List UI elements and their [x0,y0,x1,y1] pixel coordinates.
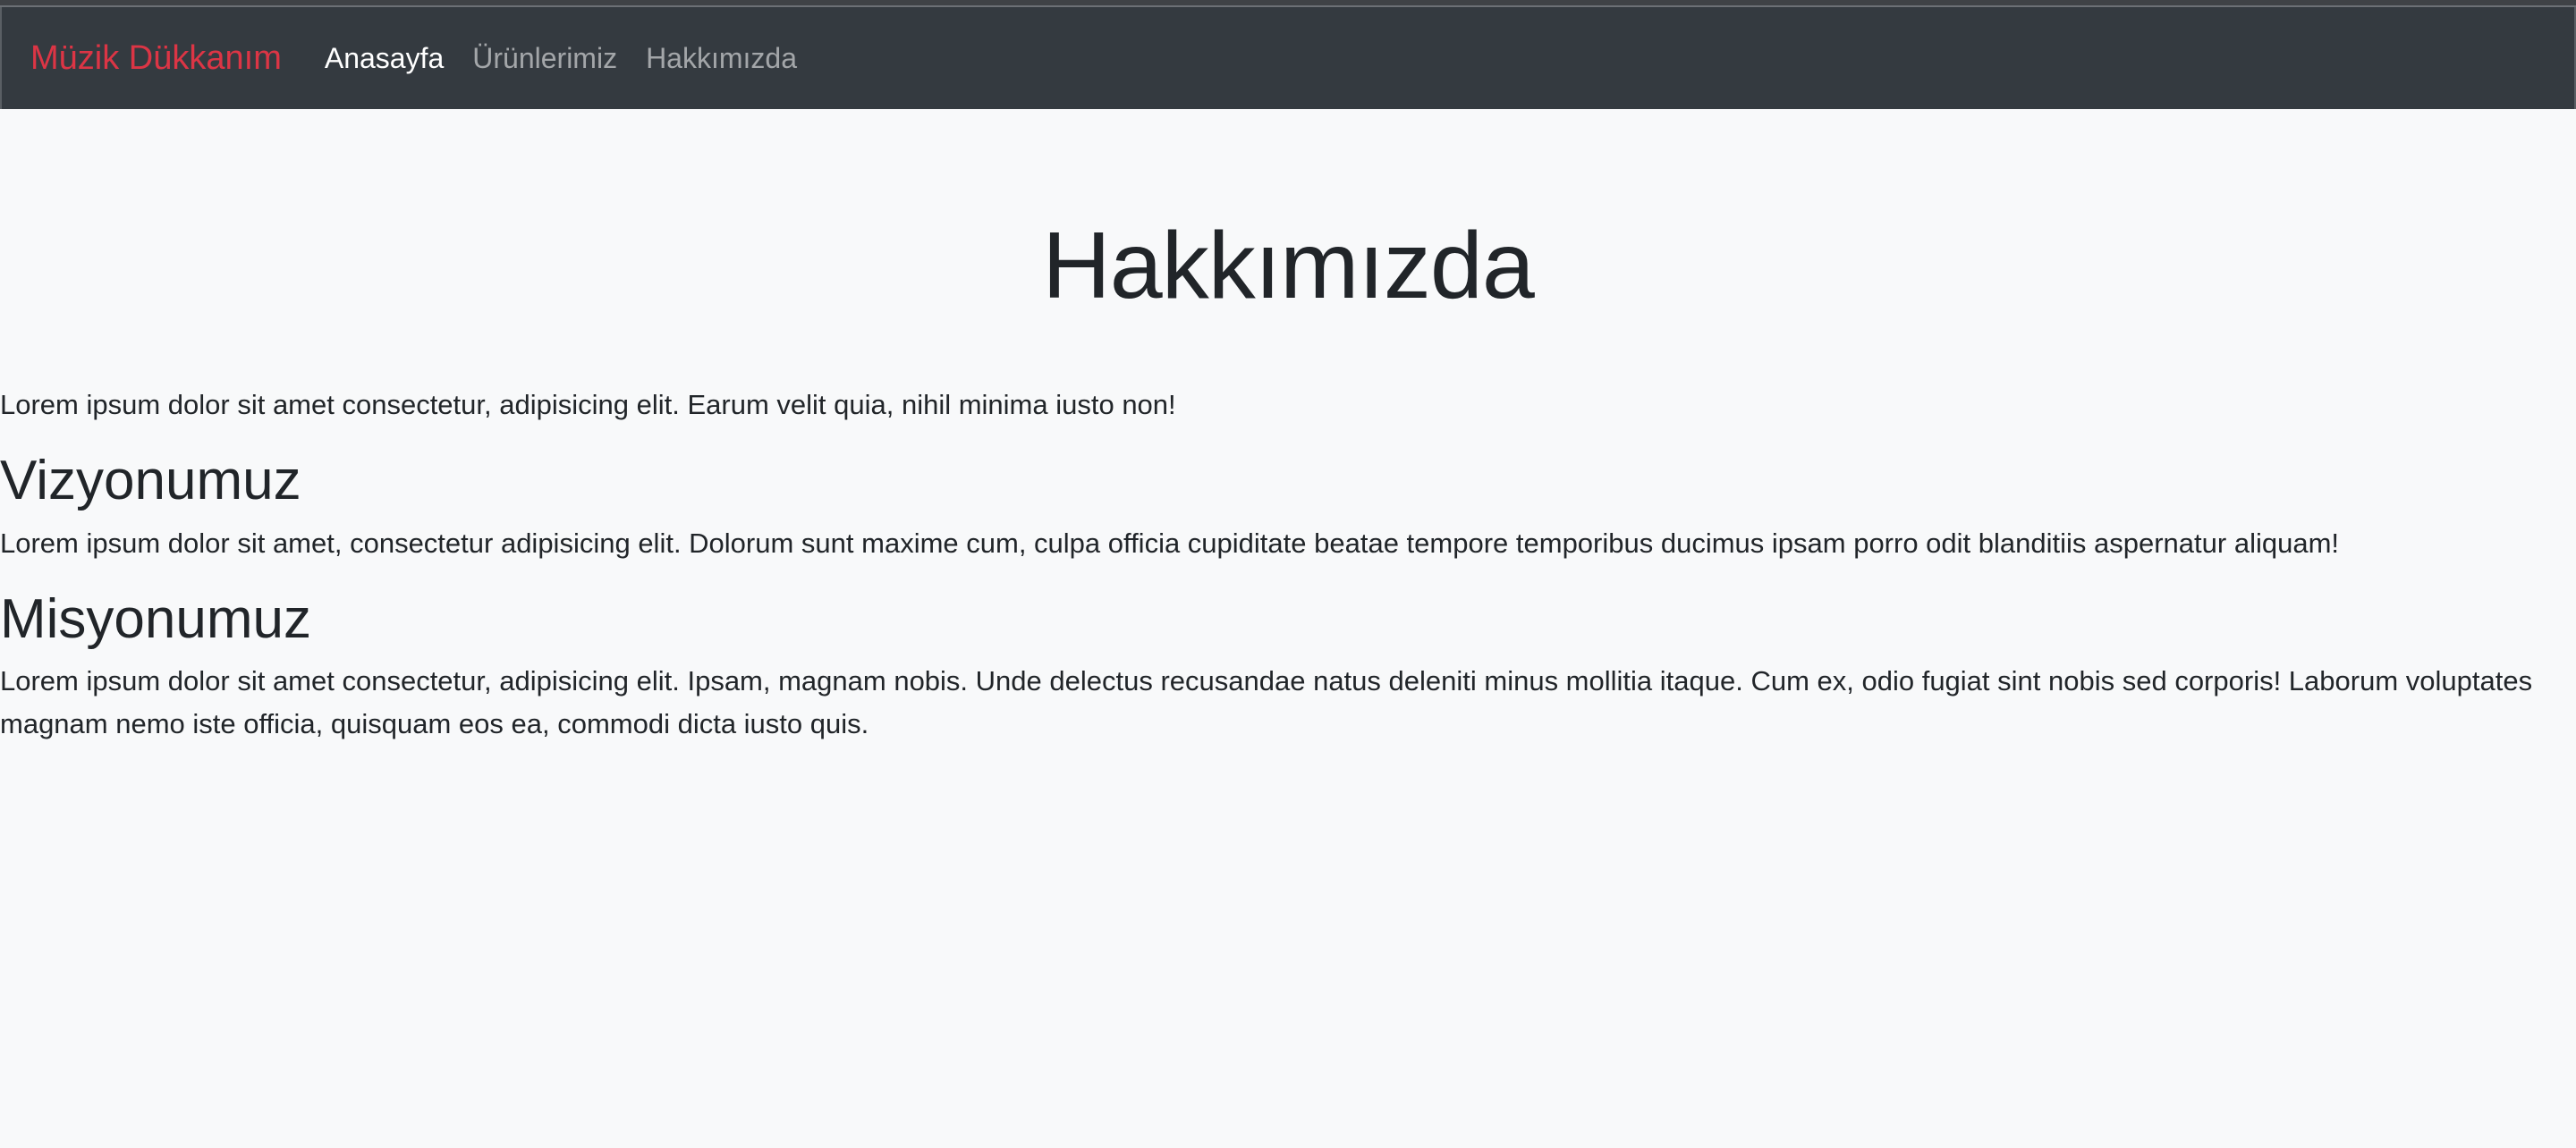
vision-section: Vizyonumuz Lorem ipsum dolor sit amet, c… [0,448,2576,564]
vision-heading: Vizyonumuz [0,450,301,512]
mission-text: Lorem ipsum dolor sit amet consectetur, … [0,664,2533,739]
mission-section: Misyonumuz Lorem ipsum dolor sit amet co… [0,587,2576,746]
intro-text: Lorem ipsum dolor sit amet consectetur, … [0,389,1176,421]
nav-link-urunlerimiz[interactable]: Ürünlerimiz [472,44,617,72]
nav-link-hakkimizda[interactable]: Hakkımızda [646,44,797,72]
brand-link[interactable]: Müzik Dükkanım [30,41,282,75]
mission-heading: Misyonumuz [0,587,311,650]
vision-text: Lorem ipsum dolor sit amet, consectetur … [0,527,2340,559]
page-title: Hakkımızda [1042,213,1535,318]
nav-link-anasayfa[interactable]: Anasayfa [325,44,444,72]
browser-top-border [0,0,2576,7]
main-content: Hakkımızda Lorem ipsum dolor sit amet co… [0,209,2576,746]
navbar: Müzik Dükkanım Anasayfa Ürünlerimiz Hakk… [0,7,2576,109]
